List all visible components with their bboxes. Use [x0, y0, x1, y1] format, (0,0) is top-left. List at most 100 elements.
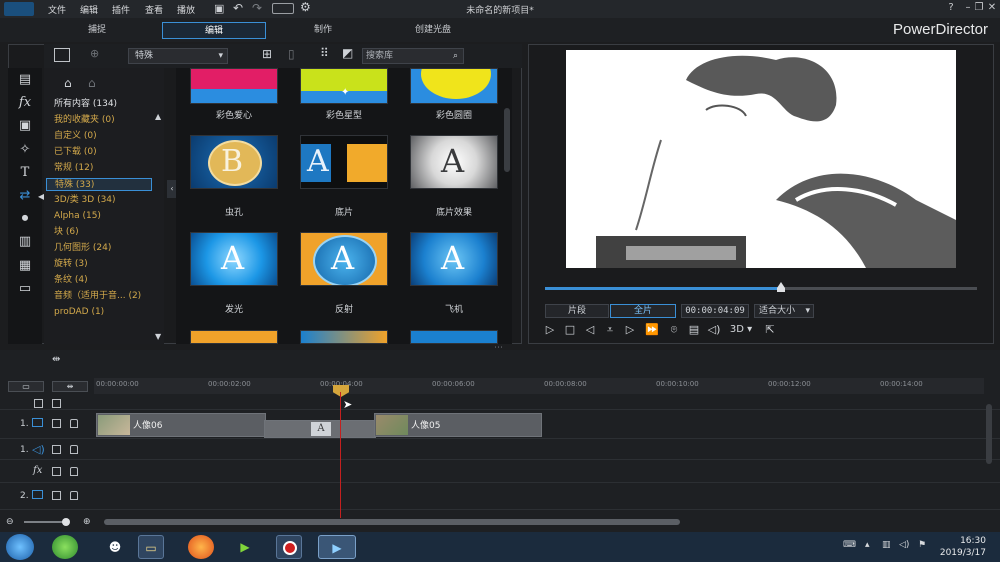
category-item[interactable]: 常规 (12): [46, 162, 152, 175]
timecode-display[interactable]: 00:00:04:09: [681, 304, 749, 318]
transition-thumbnail[interactable]: A: [300, 135, 388, 189]
settings-gear-icon[interactable]: ⚙: [300, 0, 311, 14]
track-enable-checkbox[interactable]: [52, 399, 61, 408]
particle-room-icon[interactable]: ✧: [17, 142, 33, 158]
mark-in-icon[interactable]: ⩡: [602, 322, 618, 338]
menu-playback[interactable]: 播放: [177, 3, 195, 16]
category-item[interactable]: 自定义 (0): [46, 130, 152, 143]
transition-room-icon[interactable]: ⇄: [17, 188, 33, 204]
search-input[interactable]: 搜索库 ⌕: [362, 48, 464, 64]
transition-thumbnail[interactable]: [410, 68, 498, 104]
import-media-icon[interactable]: [54, 48, 70, 62]
snapshot-camera-icon[interactable]: ⌾: [666, 322, 682, 338]
powerdirector-taskbar-icon[interactable]: ▶: [318, 535, 356, 559]
network-icon[interactable]: ▥: [882, 540, 891, 550]
voiceover-icon[interactable]: ▥: [17, 234, 33, 250]
category-item[interactable]: 条纹 (4): [46, 274, 152, 287]
grid-view-icon[interactable]: ⠿: [320, 46, 329, 60]
category-item-selected[interactable]: 特殊 (33): [46, 178, 152, 191]
fast-forward-icon[interactable]: ⏩: [644, 322, 660, 338]
transition-thumbnail[interactable]: [300, 330, 388, 344]
tab-create-disc[interactable]: 创建光盘: [381, 22, 485, 39]
scroll-up-icon[interactable]: ▲: [155, 112, 161, 121]
transition-thumbnail[interactable]: A: [410, 232, 498, 286]
resize-handle-icon[interactable]: ⋯: [494, 343, 503, 353]
undock-preview-icon[interactable]: ⇱: [762, 322, 778, 338]
transition-thumbnail[interactable]: A: [410, 135, 498, 189]
menu-file[interactable]: 文件: [48, 3, 66, 16]
start-button-icon[interactable]: [6, 534, 34, 560]
undo-icon[interactable]: ↶: [233, 1, 243, 15]
zoom-out-icon[interactable]: ⊖: [6, 517, 14, 527]
media-room-icon[interactable]: ▤: [17, 72, 33, 88]
timeline-vscrollbar[interactable]: [986, 404, 992, 464]
transition-thumbnail[interactable]: [190, 330, 278, 344]
menu-view[interactable]: 查看: [145, 3, 163, 16]
play-icon[interactable]: ▷: [542, 322, 558, 338]
3d-mode-button[interactable]: 3D ▾: [727, 322, 755, 338]
category-item[interactable]: Alpha (15): [46, 210, 152, 223]
browser-360-icon[interactable]: [52, 535, 78, 559]
track-enable-checkbox[interactable]: [52, 491, 61, 500]
track-lock-icon[interactable]: [70, 491, 78, 500]
file-explorer-icon[interactable]: ▭: [138, 535, 164, 559]
track-enable-checkbox[interactable]: [52, 467, 61, 476]
favorite-add-icon[interactable]: ⌂: [64, 76, 72, 90]
transition-thumbnail[interactable]: [410, 330, 498, 344]
subtitle-icon[interactable]: ▤: [686, 322, 702, 338]
menu-plugins[interactable]: 插件: [112, 3, 130, 16]
zoom-fit-button[interactable]: ⇹: [52, 381, 88, 392]
flag-icon[interactable]: ⚑: [918, 540, 926, 550]
previous-frame-icon[interactable]: ◁: [582, 322, 598, 338]
transition-thumbnail[interactable]: B: [190, 135, 278, 189]
category-item[interactable]: 我的收藏夹 (0): [46, 114, 152, 127]
track-manager-button[interactable]: ▭: [8, 381, 44, 392]
track-visible-checkbox[interactable]: [34, 399, 43, 408]
transition-thumbnail[interactable]: ✦: [300, 68, 388, 104]
qq-icon[interactable]: ☻: [102, 535, 128, 559]
clip-mode-button[interactable]: 片段: [545, 304, 609, 318]
category-item[interactable]: proDAD (1): [46, 306, 152, 319]
track-enable-checkbox[interactable]: [52, 419, 61, 428]
menu-edit[interactable]: 编辑: [80, 3, 98, 16]
transition-clip[interactable]: A: [264, 420, 376, 438]
save-icon[interactable]: ▣: [214, 2, 224, 15]
search-icon[interactable]: ⌕: [453, 49, 458, 63]
firefox-icon[interactable]: [188, 535, 214, 559]
category-item[interactable]: 3D/类 3D (34): [46, 194, 152, 207]
category-item[interactable]: 几何图形 (24): [46, 242, 152, 255]
tab-capture[interactable]: 捕捉: [45, 22, 149, 39]
scroll-down-icon[interactable]: ▼: [155, 332, 161, 341]
panel-splitter[interactable]: [956, 82, 960, 242]
tab-produce[interactable]: 制作: [271, 22, 375, 39]
category-item[interactable]: 所有内容 (134): [46, 98, 152, 111]
audio-mixing-icon[interactable]: ⏺: [17, 211, 33, 227]
volume-icon[interactable]: ◁): [706, 322, 722, 338]
speaker-icon[interactable]: ◁): [899, 540, 909, 550]
subtitle-room-icon[interactable]: ▭: [17, 281, 33, 297]
fit-timeline-icon[interactable]: ⇹: [52, 354, 60, 365]
category-item[interactable]: 块 (6): [46, 226, 152, 239]
zoom-slider-handle[interactable]: [62, 518, 70, 526]
video-editor-icon[interactable]: ▶: [232, 535, 258, 559]
stop-icon[interactable]: □: [562, 322, 578, 338]
close-button[interactable]: ✕: [985, 2, 999, 15]
track-enable-checkbox[interactable]: [52, 445, 61, 454]
library-filter-dropdown[interactable]: 特殊 ▾: [128, 48, 228, 64]
track-lock-icon[interactable]: [70, 419, 78, 428]
next-frame-icon[interactable]: ▷: [622, 322, 638, 338]
movie-mode-button[interactable]: 全片: [610, 304, 676, 318]
title-room-icon[interactable]: T: [17, 165, 33, 181]
help-button[interactable]: ?: [944, 2, 958, 15]
grid-scrollbar[interactable]: [504, 108, 510, 172]
aspect-ratio-icon[interactable]: [272, 3, 294, 14]
add-icon[interactable]: ⊞: [262, 47, 272, 61]
screen-recorder-icon[interactable]: [276, 535, 302, 559]
chapter-room-icon[interactable]: ▦: [17, 258, 33, 274]
timeline-hscrollbar[interactable]: [104, 519, 680, 525]
video-clip[interactable]: 人像06: [96, 413, 266, 437]
clock-date[interactable]: 2019/3/17: [940, 548, 986, 558]
thumbnail-size-icon[interactable]: ◩: [342, 46, 353, 60]
effect-room-icon[interactable]: fx: [17, 95, 33, 111]
transition-thumbnail[interactable]: A: [190, 232, 278, 286]
